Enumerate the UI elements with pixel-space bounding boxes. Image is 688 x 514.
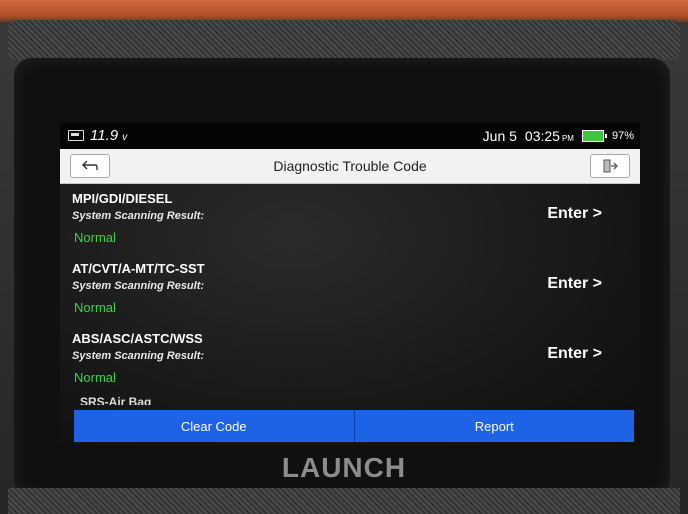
scan-result-value: Normal xyxy=(74,300,116,315)
battery-voltage-icon xyxy=(68,130,84,141)
battery-percent: 97% xyxy=(611,130,634,142)
status-ampm: PM xyxy=(561,134,574,143)
scan-result-value: Normal xyxy=(74,370,116,385)
title-bar: Diagnostic Trouble Code xyxy=(60,149,640,184)
report-button[interactable]: Report xyxy=(354,410,634,442)
screen: 11.9 v Jun 5 03:25 PM 97% Diagnostic Trou… xyxy=(60,123,640,445)
enter-button[interactable]: Enter > xyxy=(547,275,602,293)
device-bottom-texture xyxy=(8,488,680,514)
scan-result-label: System Scanning Result: xyxy=(72,350,205,362)
back-arrow-icon xyxy=(82,160,98,170)
back-button[interactable] xyxy=(70,154,110,178)
battery-icon xyxy=(581,130,607,142)
list-item-partial[interactable]: SRS-Air Bag xyxy=(80,395,151,405)
brand-logo: LAUNCH xyxy=(281,452,407,483)
list-item: AT/CVT/A-MT/TC-SST System Scanning Resul… xyxy=(60,253,640,323)
enter-button[interactable]: Enter > xyxy=(547,205,602,223)
list-item: MPI/GDI/DIESEL System Scanning Result: N… xyxy=(60,183,640,253)
action-bar: Clear Code Report xyxy=(74,410,634,442)
voltage-unit: v xyxy=(122,132,128,143)
device-top-edge xyxy=(0,0,688,22)
scan-result-label: System Scanning Result: xyxy=(72,210,205,222)
scan-result-value: Normal xyxy=(74,230,116,245)
device-grip-texture xyxy=(8,20,680,60)
voltage-value: 11.9 xyxy=(90,127,119,144)
system-name: AT/CVT/A-MT/TC-SST xyxy=(72,261,205,276)
exit-door-icon xyxy=(603,159,618,173)
system-name: ABS/ASC/ASTC/WSS xyxy=(72,331,203,346)
exit-button[interactable] xyxy=(590,154,630,178)
enter-button[interactable]: Enter > xyxy=(547,345,602,363)
scan-tool-device: LAUNCH 11.9 v Jun 5 03:25 PM 97% Diagnost… xyxy=(0,0,688,514)
status-date: Jun 5 xyxy=(482,128,517,144)
status-time: 03:25 xyxy=(524,128,560,144)
system-list: MPI/GDI/DIESEL System Scanning Result: N… xyxy=(60,183,640,405)
system-name: MPI/GDI/DIESEL xyxy=(72,191,173,206)
scan-result-label: System Scanning Result: xyxy=(72,280,205,292)
list-item: ABS/ASC/ASTC/WSS System Scanning Result:… xyxy=(60,323,640,393)
clear-code-button[interactable]: Clear Code xyxy=(74,410,355,442)
page-title: Diagnostic Trouble Code xyxy=(273,158,427,174)
status-bar: 11.9 v Jun 5 03:25 PM 97% xyxy=(60,123,640,149)
